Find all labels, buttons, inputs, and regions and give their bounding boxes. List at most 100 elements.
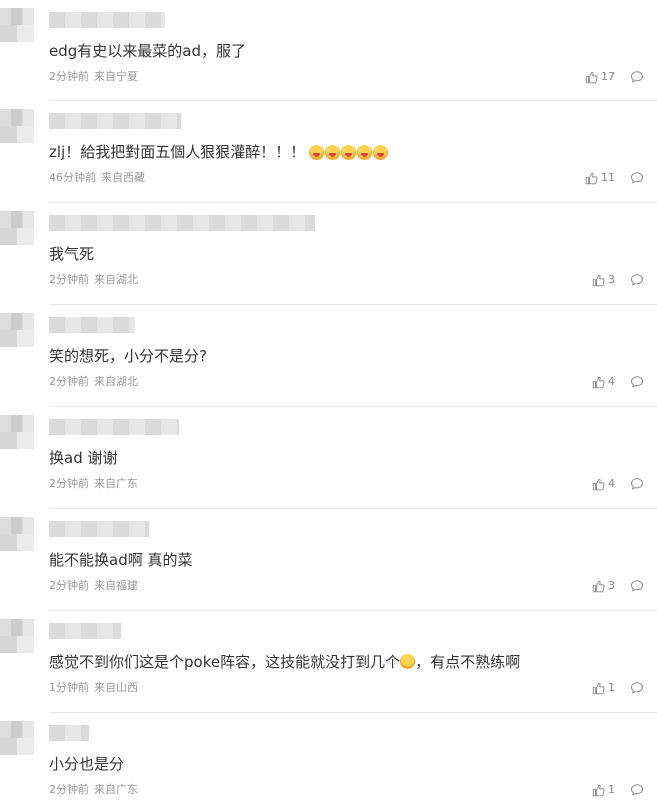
- username-blurred[interactable]: [49, 113, 181, 129]
- comment-text: 笑的想死，小分不是分?: [49, 347, 207, 365]
- comment-text: zlj！給我把對面五個人狠狠灌醉！！！: [49, 141, 389, 163]
- comment-meta: 1分钟前 来自山西: [49, 681, 138, 695]
- comment-bubble-icon: [630, 477, 644, 491]
- comment-bubble-icon: [630, 783, 644, 797]
- comment-list: edg有史以来最菜的ad，服了 2分钟前 来自宁夏 17 zlj！給我把對面五個人…: [0, 0, 657, 809]
- like-button[interactable]: 1: [592, 783, 615, 797]
- reply-button[interactable]: [630, 477, 644, 491]
- comment-meta: 2分钟前 来自广东: [49, 477, 138, 491]
- comment-location: 来自湖北: [94, 375, 138, 388]
- comment-location: 来自广东: [94, 783, 138, 796]
- like-button[interactable]: 4: [592, 375, 615, 389]
- comment-time: 2分钟前: [49, 477, 89, 490]
- username-blurred[interactable]: [49, 725, 89, 741]
- like-button[interactable]: 11: [585, 171, 615, 185]
- avatar[interactable]: [0, 721, 34, 755]
- comment-meta: 2分钟前 来自广东: [49, 783, 138, 797]
- comment-item: zlj！給我把對面五個人狠狠灌醉！！！ 46分钟前 来自西藏 11: [0, 101, 657, 203]
- like-button[interactable]: 4: [592, 477, 615, 491]
- username-blurred[interactable]: [49, 317, 135, 333]
- laugh-cry-emoji-icon: [309, 145, 325, 160]
- comment-item: 小分也是分 2分钟前 来自广东 1: [0, 713, 657, 809]
- like-button[interactable]: 3: [592, 579, 615, 593]
- comment-location: 来自宁夏: [94, 70, 138, 83]
- comment-text-tail: ，有点不熟练啊: [415, 653, 521, 671]
- comment-item: 感觉不到你们这是个poke阵容，这技能就没打到几个 ，有点不熟练啊 1分钟前 来自山…: [0, 611, 657, 713]
- avatar[interactable]: [0, 415, 34, 449]
- comment-time: 46分钟前: [49, 171, 96, 184]
- laugh-emoji-icon: [400, 654, 416, 669]
- comment-location: 来自广东: [94, 477, 138, 490]
- comment-location: 来自山西: [94, 681, 138, 694]
- avatar[interactable]: [0, 517, 34, 551]
- comment-bubble-icon: [630, 681, 644, 695]
- comment-item: 我气死 2分钟前 来自湖北 3: [0, 203, 657, 305]
- laugh-cry-emoji-icon: [373, 145, 389, 160]
- comment-meta: 2分钟前 来自福建: [49, 579, 138, 593]
- comment-text-body: 感觉不到你们这是个poke阵容，这技能就没打到几个: [49, 653, 401, 671]
- username-blurred[interactable]: [49, 12, 165, 28]
- like-count: 4: [608, 477, 615, 490]
- like-count: 17: [601, 70, 615, 83]
- username-blurred[interactable]: [49, 521, 149, 537]
- thumbs-up-icon: [592, 376, 605, 389]
- comment-text: edg有史以来最菜的ad，服了: [49, 42, 246, 60]
- reply-button[interactable]: [630, 375, 644, 389]
- comment-time: 1分钟前: [49, 681, 89, 694]
- comment-text: 我气死: [49, 245, 95, 263]
- reply-button[interactable]: [630, 783, 644, 797]
- laugh-cry-emoji-icon: [341, 145, 357, 160]
- like-count: 1: [608, 681, 615, 694]
- laugh-cry-emoji-icon: [357, 145, 373, 160]
- thumbs-up-icon: [592, 274, 605, 287]
- like-button[interactable]: 1: [592, 681, 615, 695]
- comment-location: 来自湖北: [94, 273, 138, 286]
- like-count: 3: [608, 579, 615, 592]
- comment-meta: 2分钟前 来自宁夏: [49, 70, 138, 84]
- comment-text-body: zlj！給我把對面五個人狠狠灌醉！！！: [49, 143, 306, 161]
- comment-time: 2分钟前: [49, 375, 89, 388]
- comment-text: 小分也是分: [49, 755, 125, 773]
- comment-time: 2分钟前: [49, 70, 89, 83]
- thumbs-up-icon: [585, 172, 598, 185]
- comment-item: 笑的想死，小分不是分? 2分钟前 来自湖北 4: [0, 305, 657, 407]
- comment-bubble-icon: [630, 70, 644, 84]
- avatar[interactable]: [0, 619, 34, 653]
- reply-button[interactable]: [630, 681, 644, 695]
- avatar[interactable]: [0, 8, 34, 42]
- comment-bubble-icon: [630, 171, 644, 185]
- thumbs-up-icon: [592, 682, 605, 695]
- laugh-cry-emoji-icon: [325, 145, 341, 160]
- reply-button[interactable]: [630, 579, 644, 593]
- comment-item: edg有史以来最菜的ad，服了 2分钟前 来自宁夏 17: [0, 0, 657, 101]
- like-count: 1: [608, 783, 615, 796]
- thumbs-up-icon: [592, 580, 605, 593]
- comment-time: 2分钟前: [49, 579, 89, 592]
- username-blurred[interactable]: [49, 419, 179, 435]
- comment-time: 2分钟前: [49, 273, 89, 286]
- comment-bubble-icon: [630, 273, 644, 287]
- reply-button[interactable]: [630, 273, 644, 287]
- comment-meta: 2分钟前 来自湖北: [49, 375, 138, 389]
- reply-button[interactable]: [630, 171, 644, 185]
- avatar[interactable]: [0, 211, 34, 245]
- username-blurred[interactable]: [49, 623, 121, 639]
- comment-text: 感觉不到你们这是个poke阵容，这技能就没打到几个 ，有点不熟练啊: [49, 651, 520, 673]
- comment-time: 2分钟前: [49, 783, 89, 796]
- comment-meta: 2分钟前 来自湖北: [49, 273, 138, 287]
- like-button[interactable]: 17: [585, 70, 615, 84]
- like-count: 3: [608, 273, 615, 286]
- avatar[interactable]: [0, 109, 34, 143]
- username-blurred[interactable]: [49, 215, 315, 231]
- reply-button[interactable]: [630, 70, 644, 84]
- comment-item: 能不能换ad啊 真的菜 2分钟前 来自福建 3: [0, 509, 657, 611]
- comment-item: 换ad 谢谢 2分钟前 来自广东 4: [0, 407, 657, 509]
- like-button[interactable]: 3: [592, 273, 615, 287]
- emoji-group: [309, 145, 389, 160]
- like-count: 11: [601, 171, 615, 184]
- thumbs-up-icon: [592, 784, 605, 797]
- thumbs-up-icon: [592, 478, 605, 491]
- comment-bubble-icon: [630, 579, 644, 593]
- avatar[interactable]: [0, 313, 34, 347]
- comment-text: 换ad 谢谢: [49, 449, 118, 467]
